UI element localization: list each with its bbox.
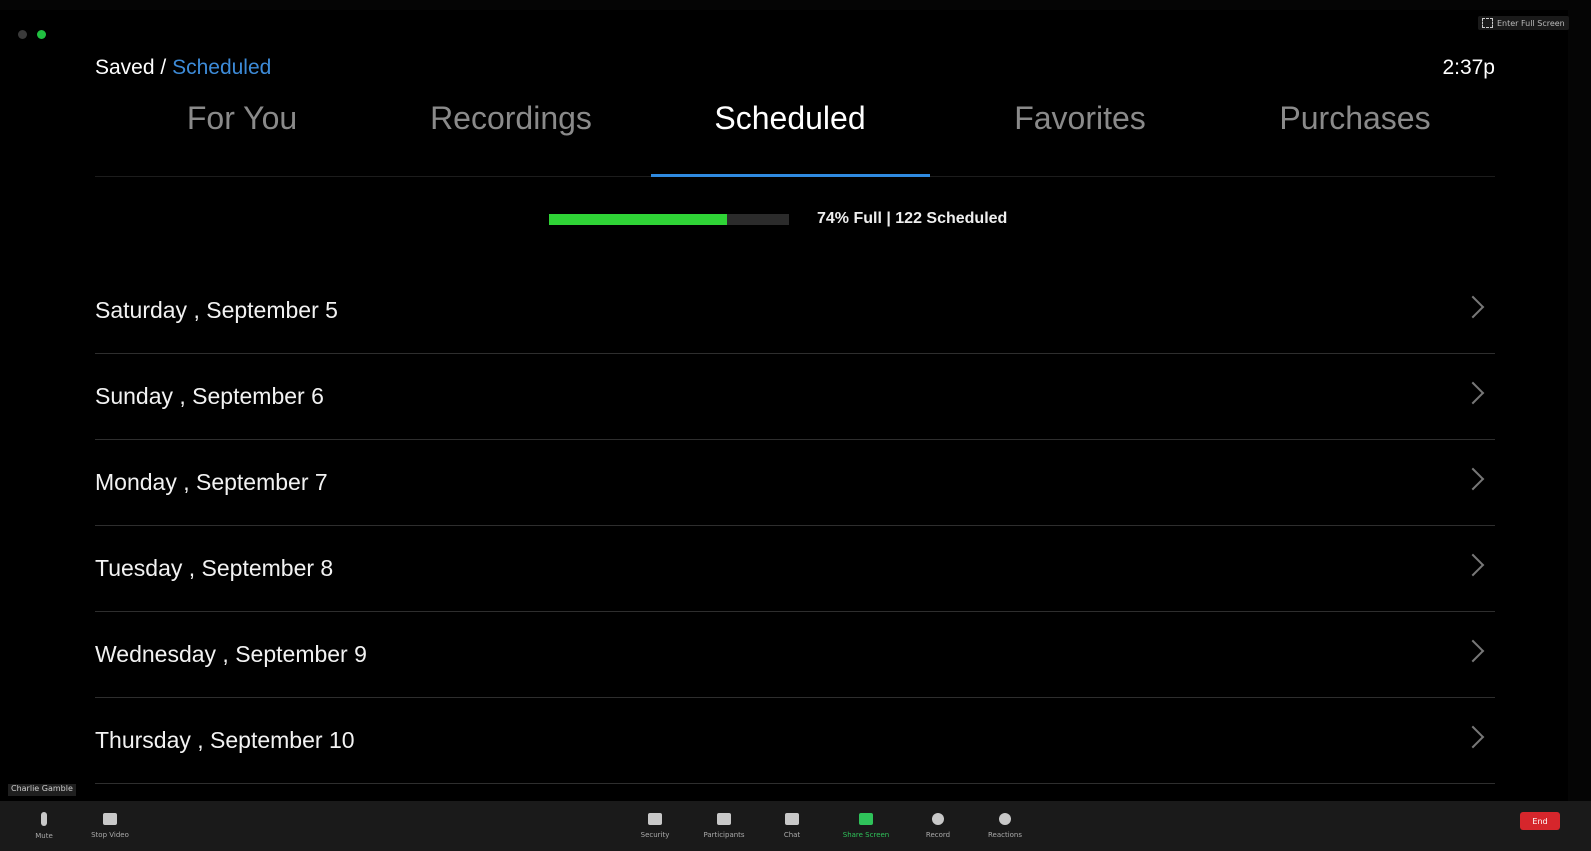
record-label: Record	[925, 831, 951, 839]
chevron-right-icon	[1461, 553, 1485, 577]
day-label: Wednesday , September 9	[95, 641, 367, 667]
stop-video-label: Stop Video	[91, 831, 129, 839]
chevron-right-icon	[1461, 725, 1485, 749]
shield-status-icon	[18, 30, 27, 39]
reactions-label: Reactions	[987, 831, 1023, 839]
mute-label: Mute	[35, 832, 53, 840]
clock: 2:37p	[1442, 56, 1495, 79]
list-item[interactable]: Tuesday , September 8	[95, 526, 1495, 612]
storage-progress-bar	[549, 213, 789, 225]
enter-full-screen-label: Enter Full Screen	[1497, 18, 1565, 28]
zoom-window: Saved / Scheduled 2:37p Enter Full Scree…	[0, 0, 1591, 851]
participants-button[interactable]: Participants	[694, 801, 754, 851]
participants-label: Participants	[703, 831, 745, 839]
scheduled-day-list: Saturday , September 5 Sunday , Septembe…	[95, 268, 1495, 784]
shield-icon	[648, 813, 662, 825]
storage-meter: 74% Full | 122 Scheduled	[549, 206, 1007, 232]
end-meeting-button[interactable]: End	[1520, 812, 1560, 830]
storage-status-text: 74% Full | 122 Scheduled	[817, 210, 1008, 227]
meeting-toolbar: Mute Stop Video Security Participants Ch…	[0, 801, 1591, 851]
reactions-icon	[999, 813, 1011, 825]
fullscreen-icon	[1482, 18, 1493, 28]
chevron-right-icon	[1461, 295, 1485, 319]
mute-button[interactable]: Mute	[14, 801, 74, 851]
reactions-button[interactable]: Reactions	[975, 801, 1035, 851]
day-label: Sunday , September 6	[95, 383, 324, 409]
share-screen-label: Share Screen	[842, 831, 890, 839]
breadcrumb-separator: /	[160, 56, 167, 79]
share-screen-button[interactable]: Share Screen	[836, 801, 896, 851]
breadcrumb-parent[interactable]: Saved	[95, 56, 155, 79]
stop-video-button[interactable]: Stop Video	[80, 801, 140, 851]
chevron-right-icon	[1461, 639, 1485, 663]
enter-full-screen-button[interactable]: Enter Full Screen	[1478, 16, 1569, 30]
participant-name-tag: Charlie Gamble	[8, 784, 76, 796]
tab-scheduled[interactable]: Scheduled	[695, 100, 885, 150]
security-button[interactable]: Security	[625, 801, 685, 851]
microphone-icon	[41, 812, 47, 826]
participants-icon	[717, 813, 731, 825]
list-item[interactable]: Wednesday , September 9	[95, 612, 1495, 698]
share-screen-icon	[859, 813, 873, 825]
list-item[interactable]: Thursday , September 10	[95, 698, 1495, 784]
breadcrumb-current: Scheduled	[172, 56, 272, 79]
security-label: Security	[640, 831, 670, 839]
chat-button[interactable]: Chat	[762, 801, 822, 851]
chevron-right-icon	[1461, 381, 1485, 405]
tab-recordings[interactable]: Recordings	[416, 100, 606, 150]
list-item[interactable]: Sunday , September 6	[95, 354, 1495, 440]
day-label: Saturday , September 5	[95, 297, 338, 323]
storage-progress-fill	[549, 213, 727, 225]
video-camera-icon	[103, 813, 117, 825]
chevron-right-icon	[1461, 467, 1485, 491]
connection-status-icon	[37, 30, 46, 39]
active-tab-indicator	[651, 174, 930, 177]
list-item[interactable]: Monday , September 7	[95, 440, 1495, 526]
list-item[interactable]: Saturday , September 5	[95, 268, 1495, 354]
day-label: Tuesday , September 8	[95, 555, 334, 581]
record-button[interactable]: Record	[908, 801, 968, 851]
chat-label: Chat	[783, 831, 801, 839]
day-label: Monday , September 7	[95, 469, 328, 495]
tab-bar: For You Recordings Scheduled Favorites P…	[95, 100, 1495, 178]
record-icon	[932, 813, 944, 825]
tab-for-you[interactable]: For You	[152, 100, 332, 150]
chat-icon	[785, 813, 799, 825]
day-label: Thursday , September 10	[95, 727, 355, 753]
tab-purchases[interactable]: Purchases	[1260, 100, 1450, 150]
breadcrumb: Saved / Scheduled	[95, 56, 271, 80]
tab-favorites[interactable]: Favorites	[990, 100, 1170, 150]
